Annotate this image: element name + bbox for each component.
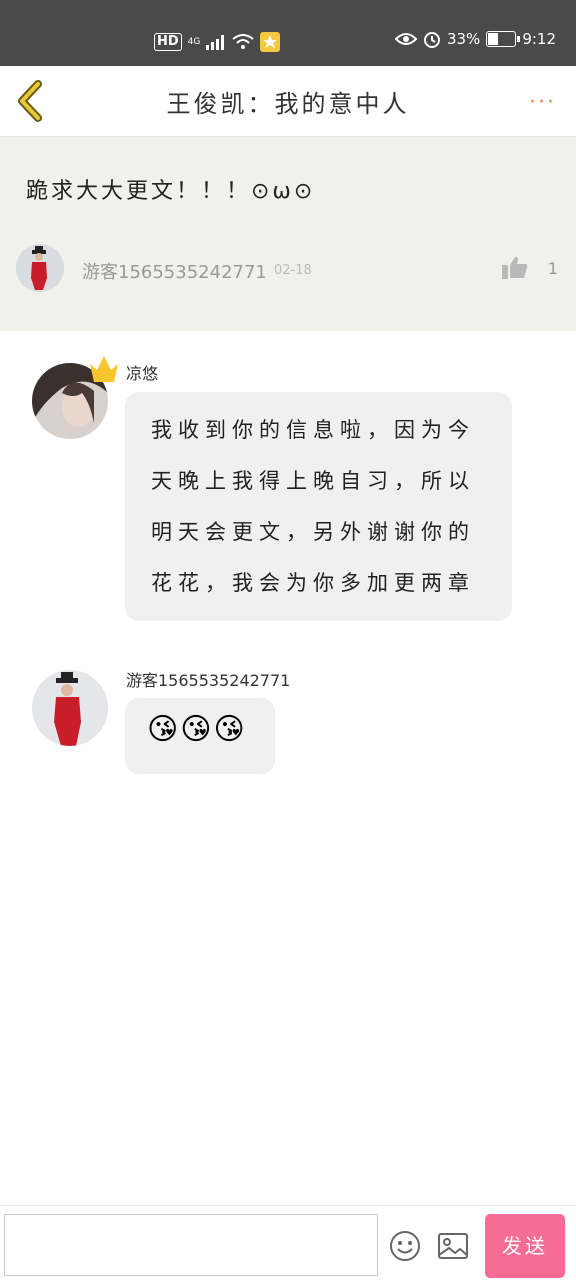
message-input[interactable] xyxy=(4,1214,378,1276)
avatar-figure-icon xyxy=(16,244,64,292)
status-left: HD 4G xyxy=(154,32,281,52)
image-icon[interactable] xyxy=(437,1231,469,1261)
battery-fill xyxy=(488,33,498,45)
post-date: 02-18 xyxy=(274,263,312,278)
signal-icon xyxy=(206,35,225,50)
page-title: 王俊凯：我的意中人 xyxy=(166,90,410,118)
visitor-avatar[interactable] xyxy=(32,670,108,746)
reply-bubble: 我收到你的信息啦，因为今天晚上我得上晚自习，所以明天会更文，另外谢谢你的花花，我… xyxy=(125,392,512,621)
visitor-emoji-text: 😘😘😘 xyxy=(147,712,247,747)
visitor-name[interactable]: 游客1565535242771 xyxy=(126,667,290,691)
post-author-avatar[interactable] xyxy=(16,244,64,292)
nav-bar: 王俊凯：我的意中人 ··· xyxy=(0,66,576,137)
reply-author-name[interactable]: 凉悠 xyxy=(126,360,158,384)
status-right: 33% 9:12 xyxy=(394,30,556,48)
status-bar: HD 4G 33% 9:12 xyxy=(0,0,576,66)
clock: 9:12 xyxy=(522,30,556,48)
more-menu-button[interactable]: ··· xyxy=(529,90,556,115)
hd-badge: HD xyxy=(154,33,182,51)
original-post: 跪求大大更文！！！⊙ω⊙ 游客1565535242771 02-18 1 xyxy=(0,137,576,331)
avatar-figure-icon xyxy=(32,670,108,746)
crown-icon xyxy=(90,356,118,382)
post-author-name[interactable]: 游客1565535242771 xyxy=(82,258,267,284)
composer-bar: 发送 xyxy=(0,1205,576,1281)
app-notification-icon xyxy=(260,32,281,52)
battery-icon xyxy=(486,31,521,47)
send-button[interactable]: 发送 xyxy=(485,1214,565,1278)
smiley-icon[interactable] xyxy=(389,1230,421,1262)
battery-percent: 33% xyxy=(446,30,481,48)
thumbs-up-icon[interactable] xyxy=(502,255,528,279)
network-type: 4G xyxy=(187,36,201,47)
wifi-icon xyxy=(232,34,254,49)
visitor-bubble: 😘😘😘 xyxy=(125,698,275,774)
eye-icon xyxy=(394,33,417,45)
post-text: 跪求大大更文！！！⊙ω⊙ xyxy=(26,179,316,204)
alarm-icon xyxy=(423,32,440,48)
like-count: 1 xyxy=(547,259,558,278)
reply-text: 我收到你的信息啦，因为今天晚上我得上晚自习，所以明天会更文，另外谢谢你的花花，我… xyxy=(151,418,475,595)
